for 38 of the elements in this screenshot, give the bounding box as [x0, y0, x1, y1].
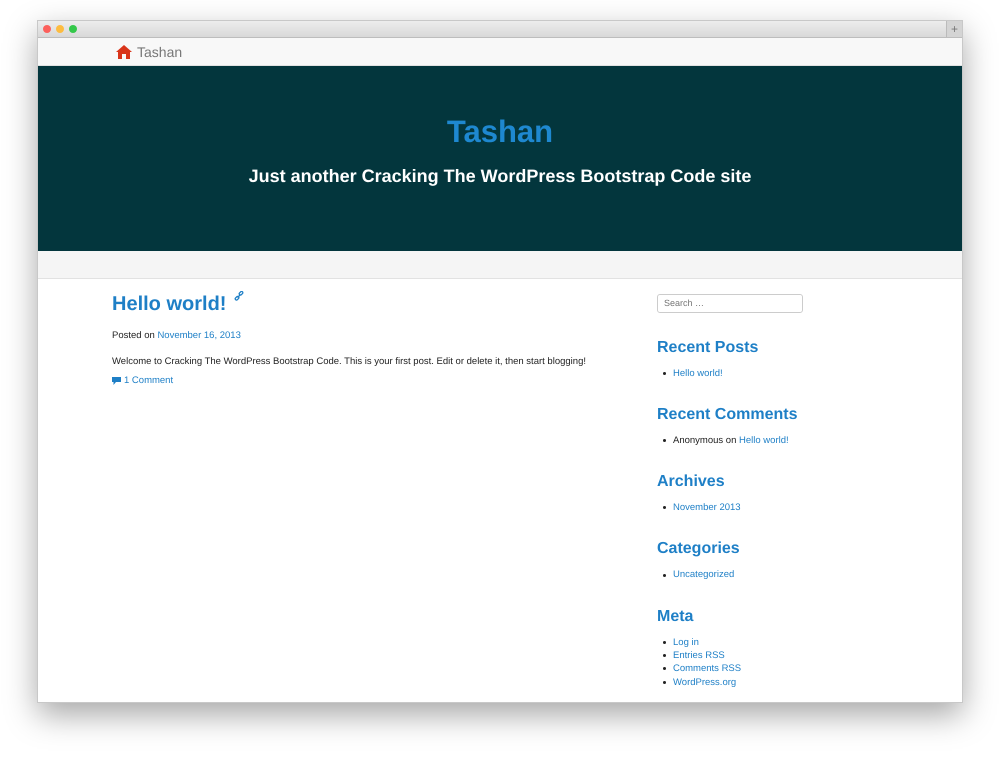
widget-link[interactable]: Comments RSS — [673, 662, 742, 676]
brand-link[interactable]: Tashan — [137, 44, 182, 60]
widget-link[interactable]: Log in — [673, 636, 699, 649]
widget-title: Categories — [657, 540, 741, 558]
post-body: Welcome to Cracking The WordPress Bootstrap Code. This is your first post. Edit or delete it, then start blogging! — [112, 356, 587, 367]
widget-title: Recent Posts — [657, 338, 760, 356]
bullet-icon — [663, 574, 666, 577]
bullet-icon — [663, 680, 666, 684]
search-field[interactable]: Search … — [657, 294, 803, 312]
comments-link[interactable]: 1 Comment — [112, 375, 174, 386]
post-title[interactable]: Hello world! — [112, 293, 226, 316]
close-icon[interactable] — [43, 25, 51, 33]
site-title[interactable]: Tashan — [446, 114, 554, 150]
widget-title: Meta — [657, 608, 694, 626]
post-link[interactable]: Hello world! — [739, 434, 789, 446]
bullet-icon — [663, 506, 666, 510]
bullet-icon — [663, 438, 666, 442]
site-tagline: Just another Cracking The WordPress Bootstrap Code site — [248, 166, 752, 187]
widget-link[interactable]: Hello world! — [673, 366, 723, 380]
comment-entry: Anonymous on Hello world! — [673, 434, 789, 448]
widget-link[interactable]: Entries RSS — [673, 648, 725, 662]
post-meta: Posted on November 16, 2013 — [112, 330, 242, 341]
bullet-icon — [663, 654, 666, 658]
bullet-icon — [663, 640, 666, 644]
maximize-icon[interactable] — [69, 25, 77, 33]
bullet-icon — [663, 667, 666, 670]
widget-link[interactable]: Uncategorized — [673, 568, 734, 582]
home-icon — [116, 44, 132, 58]
link-icon[interactable] — [234, 291, 244, 301]
widget-title: Recent Comments — [657, 406, 798, 424]
widget-link[interactable]: WordPress.org — [673, 676, 736, 689]
new-tab-button[interactable]: + — [946, 21, 962, 37]
minimize-icon[interactable] — [56, 25, 64, 33]
date-link[interactable]: November 16, 2013 — [157, 330, 241, 341]
widget-link[interactable]: November 2013 — [673, 501, 741, 514]
speech-bubble-icon — [112, 376, 121, 384]
widget-title: Archives — [657, 473, 726, 492]
bullet-icon — [663, 372, 666, 375]
